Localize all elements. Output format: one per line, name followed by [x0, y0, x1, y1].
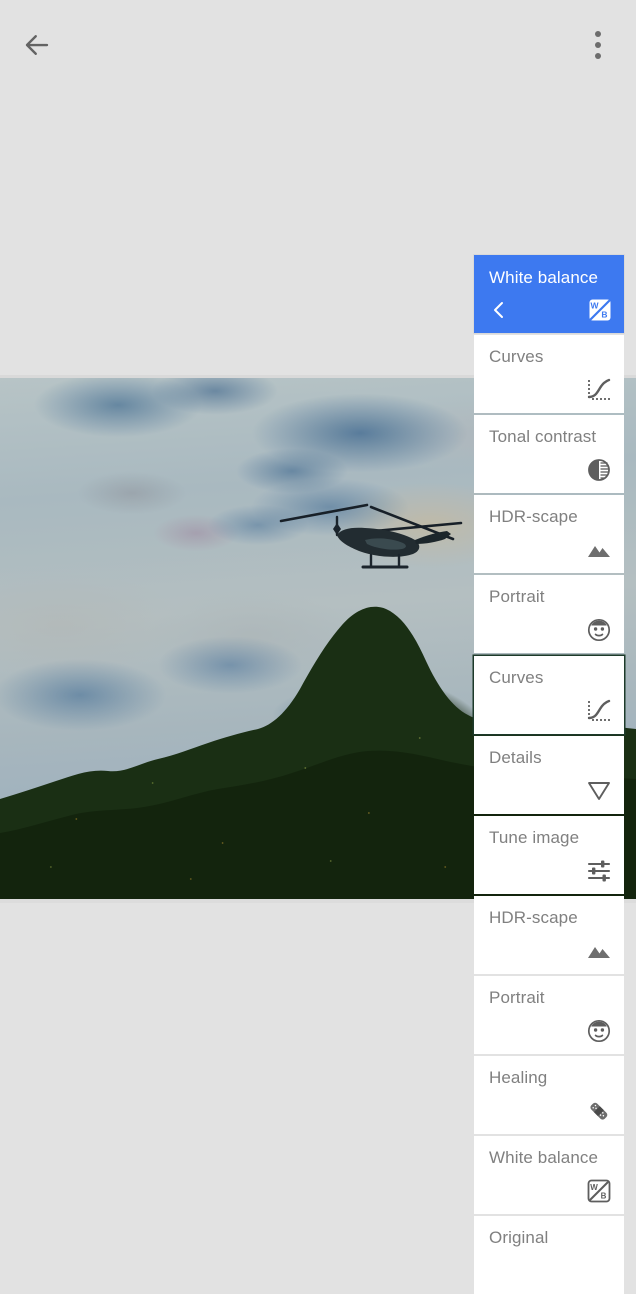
- svg-text:W: W: [590, 1183, 598, 1192]
- stack-item-label: Tonal contrast: [489, 427, 597, 446]
- stack-item-label: Curves: [489, 347, 544, 366]
- stack-item-label: White balance: [489, 1148, 599, 1167]
- stack-item[interactable]: Healing: [474, 1056, 624, 1134]
- stack-item[interactable]: Portrait: [474, 575, 624, 653]
- more-options-button[interactable]: [578, 22, 618, 68]
- more-vertical-icon-dot-3: [595, 53, 601, 59]
- edit-stack-panel: White balance W B Curves Tonal contrast …: [474, 255, 624, 1294]
- helicopter-subject: [275, 499, 465, 579]
- tonal-contrast-icon: [585, 456, 613, 484]
- svg-text:B: B: [601, 310, 607, 320]
- stack-item-label: Tune image: [489, 828, 580, 847]
- more-vertical-icon-dot-1: [595, 31, 601, 37]
- portrait-icon: [585, 616, 613, 644]
- hdr-scape-icon: [585, 536, 613, 564]
- stack-item[interactable]: Tune image: [474, 816, 624, 894]
- details-icon: [585, 777, 613, 805]
- white-balance-icon: W B: [587, 297, 613, 323]
- stack-item[interactable]: Portrait: [474, 976, 624, 1054]
- chevron-left-icon[interactable]: [488, 298, 510, 322]
- stack-item-label: HDR-scape: [489, 507, 578, 526]
- hdr-scape-icon: [585, 937, 613, 965]
- stack-item[interactable]: Details: [474, 736, 624, 814]
- stack-item-label: Original: [489, 1228, 549, 1247]
- stack-item-label: Portrait: [489, 587, 545, 606]
- stack-item-selected[interactable]: Curves: [474, 656, 624, 734]
- stack-item[interactable]: Curves: [474, 335, 624, 413]
- svg-text:W: W: [590, 301, 599, 311]
- portrait-icon: [585, 1017, 613, 1045]
- white-balance-icon: W B: [585, 1177, 613, 1205]
- healing-icon: [585, 1097, 613, 1125]
- more-vertical-icon-dot-2: [595, 42, 601, 48]
- stack-item[interactable]: White balance W B: [474, 1136, 624, 1214]
- stack-item-label: Details: [489, 748, 542, 767]
- stack-item[interactable]: HDR-scape: [474, 495, 624, 573]
- curves-icon: [585, 697, 613, 725]
- stack-item-label: HDR-scape: [489, 908, 578, 927]
- curves-icon: [585, 376, 613, 404]
- stack-item[interactable]: HDR-scape: [474, 896, 624, 974]
- stack-item[interactable]: Original: [474, 1216, 624, 1294]
- stack-item-label: Curves: [489, 668, 544, 687]
- tune-image-icon: [585, 857, 613, 885]
- stack-item[interactable]: Tonal contrast: [474, 415, 624, 493]
- stack-item-label: Portrait: [489, 988, 545, 1007]
- back-button[interactable]: [14, 22, 60, 68]
- stack-header-title: White balance: [489, 268, 599, 287]
- stack-header-white-balance[interactable]: White balance W B: [474, 255, 624, 333]
- stack-item-label: Healing: [489, 1068, 548, 1087]
- arrow-left-icon: [22, 30, 52, 60]
- top-app-bar: [0, 0, 636, 88]
- svg-text:B: B: [601, 1192, 607, 1201]
